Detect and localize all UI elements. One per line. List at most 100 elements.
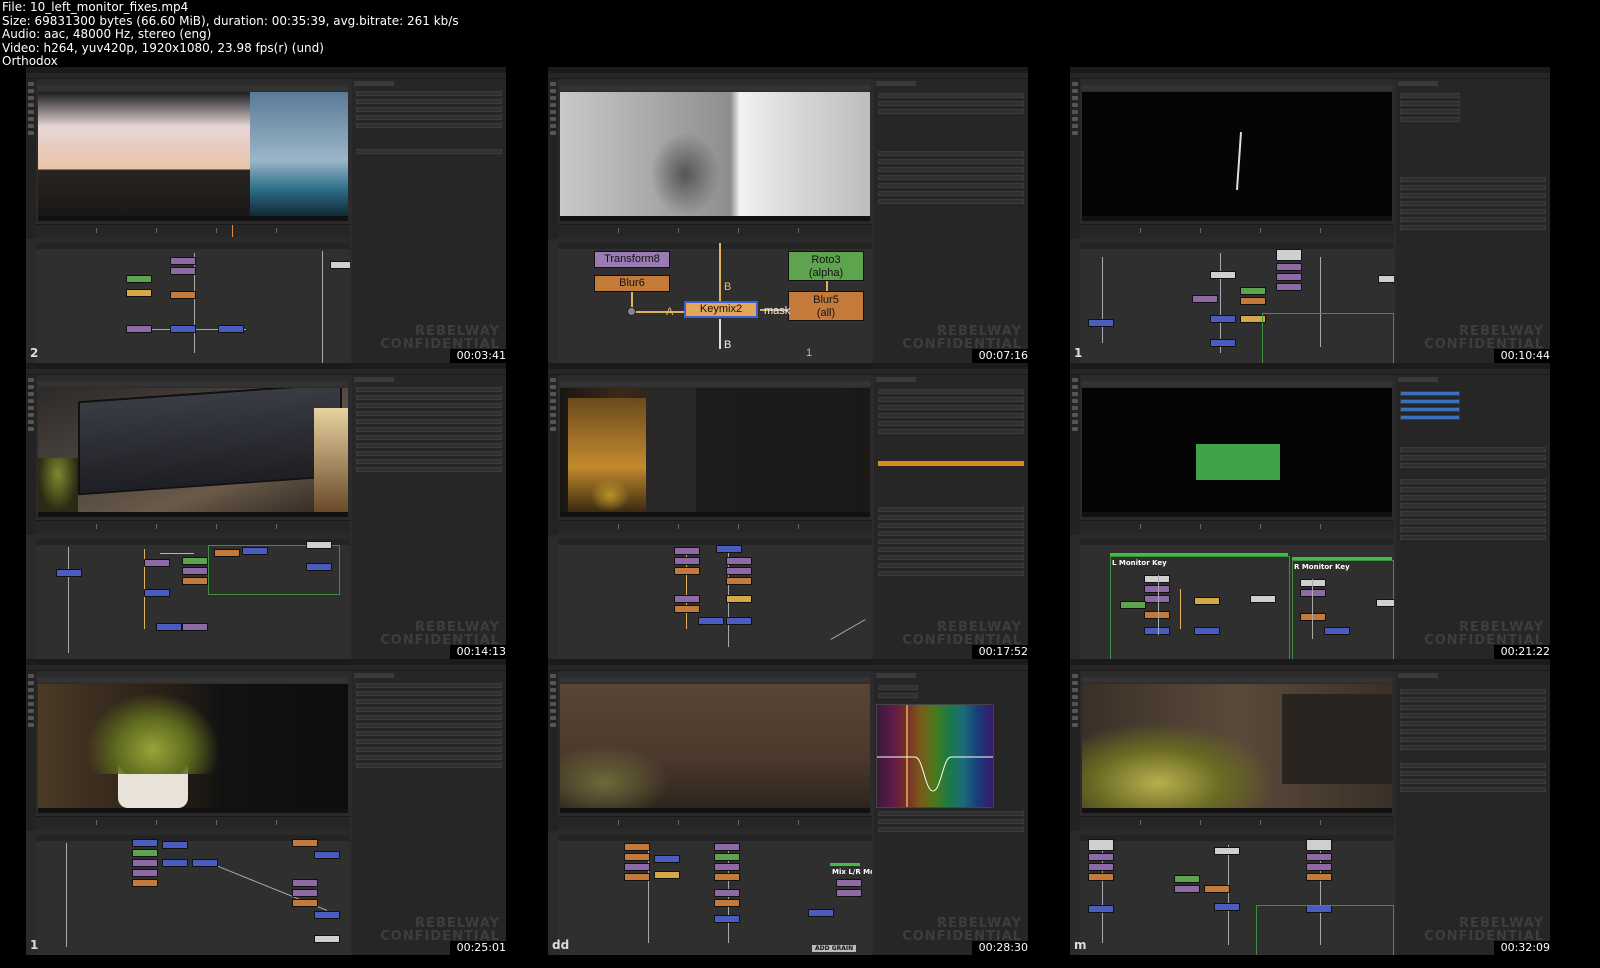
- node[interactable]: [674, 605, 700, 613]
- node[interactable]: [170, 257, 196, 265]
- node[interactable]: [1276, 283, 1302, 291]
- node[interactable]: [314, 851, 340, 859]
- node[interactable]: [314, 911, 340, 919]
- node[interactable]: [170, 291, 196, 299]
- timeline[interactable]: [36, 520, 350, 533]
- dot-node[interactable]: [627, 307, 636, 316]
- node[interactable]: [156, 623, 182, 631]
- node[interactable]: [1324, 627, 1350, 635]
- node[interactable]: [624, 863, 650, 871]
- node[interactable]: [1300, 579, 1326, 587]
- node[interactable]: [214, 549, 240, 557]
- node-graph[interactable]: [558, 539, 872, 659]
- timeline[interactable]: [36, 816, 350, 829]
- node[interactable]: [1144, 595, 1170, 603]
- node[interactable]: [182, 577, 208, 585]
- node[interactable]: [1088, 319, 1114, 327]
- node[interactable]: [306, 541, 332, 549]
- node-graph[interactable]: [1080, 835, 1394, 955]
- node[interactable]: [1300, 589, 1326, 597]
- node[interactable]: [292, 889, 318, 897]
- timeline[interactable]: [1080, 816, 1394, 829]
- node[interactable]: [654, 871, 680, 879]
- timeline[interactable]: [1080, 520, 1394, 533]
- node[interactable]: [162, 841, 188, 849]
- thumbnail-8[interactable]: Mix L/R Mon ADD GRAIN REBELWAYCONFIDENTI…: [548, 659, 1028, 955]
- node[interactable]: [836, 889, 862, 897]
- node[interactable]: [292, 899, 318, 907]
- node[interactable]: [726, 577, 752, 585]
- node[interactable]: [1300, 613, 1326, 621]
- node[interactable]: [1088, 905, 1114, 913]
- node[interactable]: [1144, 627, 1170, 635]
- node[interactable]: [716, 545, 742, 553]
- node[interactable]: [1194, 627, 1220, 635]
- roto3-node[interactable]: Roto3 (alpha): [788, 251, 864, 281]
- node[interactable]: [56, 569, 82, 577]
- timeline[interactable]: [558, 816, 872, 829]
- node[interactable]: [126, 325, 152, 333]
- node[interactable]: [1214, 847, 1240, 855]
- node[interactable]: [182, 623, 208, 631]
- node[interactable]: [1174, 885, 1200, 893]
- node[interactable]: [1194, 597, 1220, 605]
- node[interactable]: [132, 839, 158, 847]
- node[interactable]: [132, 849, 158, 857]
- node[interactable]: [714, 863, 740, 871]
- node[interactable]: [714, 843, 740, 851]
- node[interactable]: [1306, 873, 1332, 881]
- node[interactable]: [714, 873, 740, 881]
- thumbnail-3[interactable]: REBELWAY CONFIDENTIAL 1 00:10:44: [1070, 67, 1550, 363]
- thumbnail-4[interactable]: REBELWAY CONFIDENTIAL 00:14:13: [26, 363, 506, 659]
- node[interactable]: [126, 289, 152, 297]
- node[interactable]: [1378, 275, 1394, 283]
- node[interactable]: [218, 325, 244, 333]
- node[interactable]: [1276, 249, 1302, 261]
- node[interactable]: [726, 557, 752, 565]
- node[interactable]: [1088, 873, 1114, 881]
- node[interactable]: [1276, 263, 1302, 271]
- timeline[interactable]: [36, 224, 350, 237]
- node[interactable]: [132, 869, 158, 877]
- node[interactable]: [1088, 839, 1114, 851]
- node[interactable]: [1306, 853, 1332, 861]
- node-graph[interactable]: L Monitor Key R Monitor Key: [1080, 539, 1394, 659]
- node[interactable]: [162, 859, 188, 867]
- node[interactable]: [1174, 875, 1200, 883]
- node[interactable]: [1250, 595, 1276, 603]
- node[interactable]: [170, 325, 196, 333]
- node[interactable]: [144, 559, 170, 567]
- node[interactable]: [1214, 903, 1240, 911]
- node[interactable]: [674, 557, 700, 565]
- node[interactable]: [126, 275, 152, 283]
- node[interactable]: [654, 855, 680, 863]
- node[interactable]: [1376, 599, 1394, 607]
- node[interactable]: [170, 267, 196, 275]
- thumbnail-2[interactable]: Transform8 Blur6 Keymix2 Roto3 (alpha) B…: [548, 67, 1028, 363]
- node[interactable]: [726, 595, 752, 603]
- node[interactable]: [1088, 863, 1114, 871]
- node[interactable]: [1204, 885, 1230, 893]
- node[interactable]: [674, 595, 700, 603]
- node[interactable]: [182, 567, 208, 575]
- node[interactable]: [714, 915, 740, 923]
- node[interactable]: [1210, 271, 1236, 279]
- node-graph[interactable]: Transform8 Blur6 Keymix2 Roto3 (alpha) B…: [558, 243, 872, 363]
- timeline[interactable]: [1080, 224, 1394, 237]
- node[interactable]: [624, 853, 650, 861]
- node[interactable]: [1240, 287, 1266, 295]
- node[interactable]: [714, 853, 740, 861]
- keymix2-node[interactable]: Keymix2: [684, 301, 758, 318]
- node[interactable]: [1240, 297, 1266, 305]
- node[interactable]: [144, 589, 170, 597]
- node[interactable]: [714, 899, 740, 907]
- node[interactable]: [714, 889, 740, 897]
- blur5-node[interactable]: Blur5 (all): [788, 291, 864, 321]
- node[interactable]: [1210, 315, 1236, 323]
- node[interactable]: [314, 935, 340, 943]
- node[interactable]: [1120, 601, 1146, 609]
- node[interactable]: [242, 547, 268, 555]
- transform8-node[interactable]: Transform8: [594, 251, 670, 268]
- node[interactable]: [1306, 839, 1332, 851]
- node[interactable]: [1144, 585, 1170, 593]
